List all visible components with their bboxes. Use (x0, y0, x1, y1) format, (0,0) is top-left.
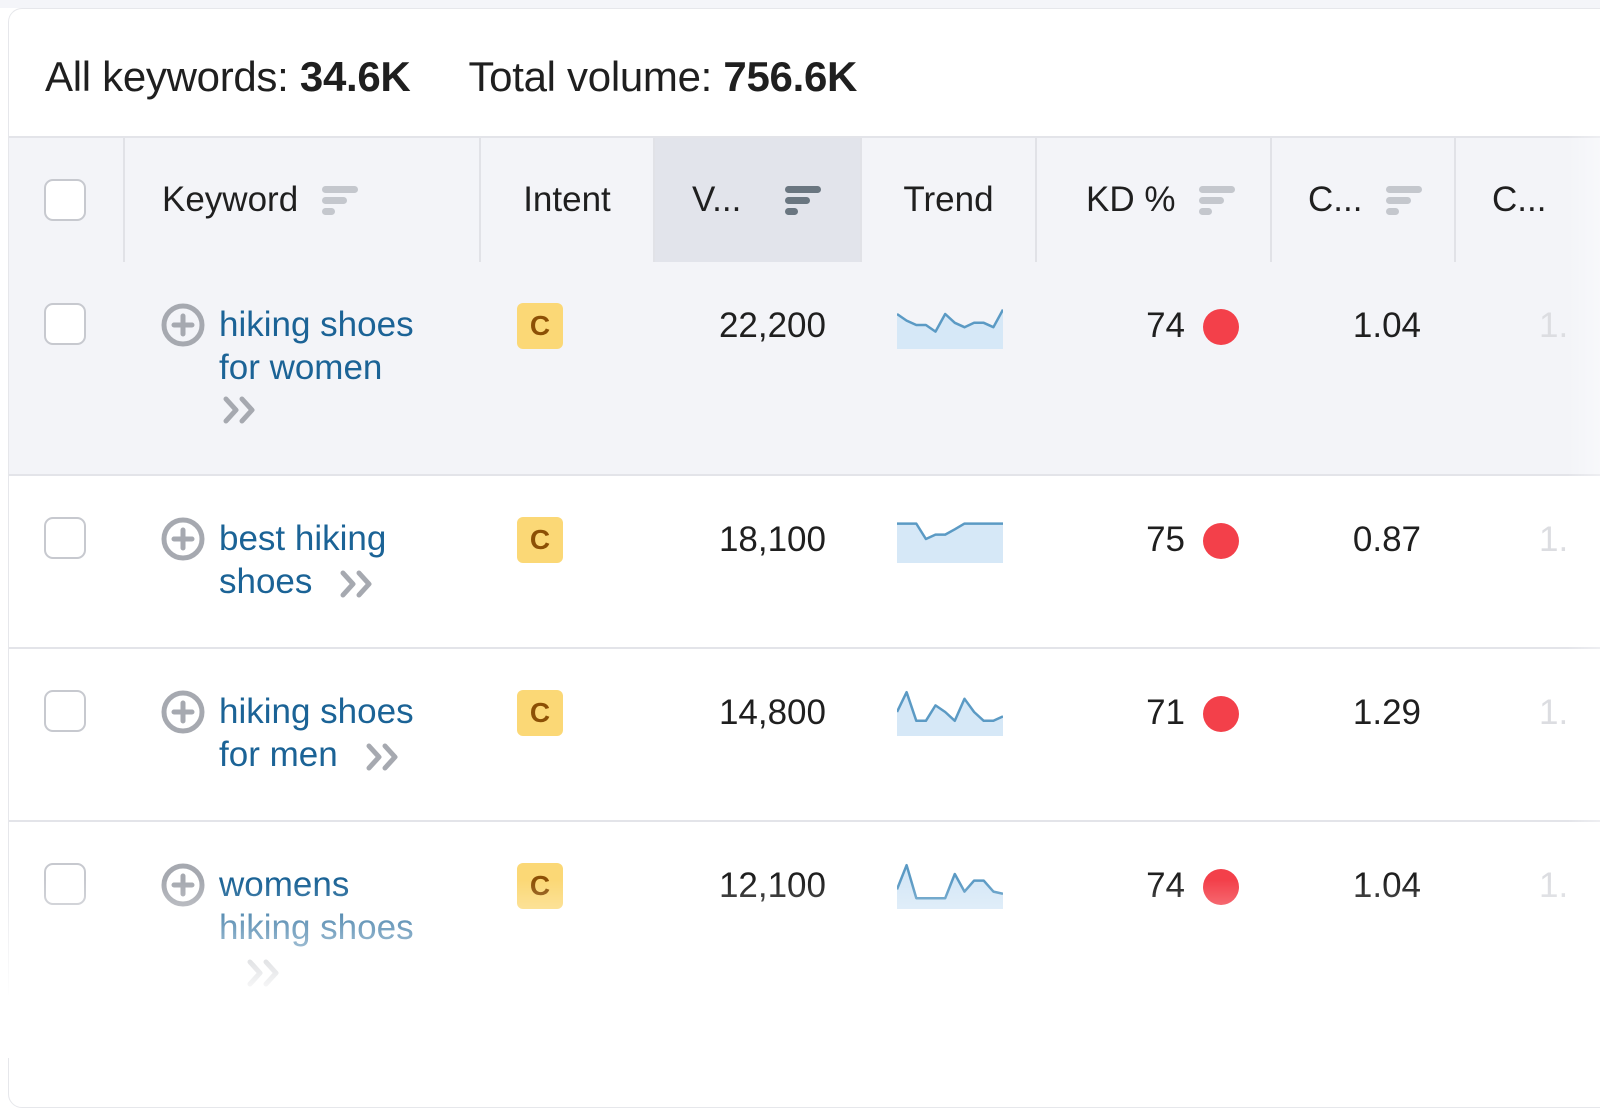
kd-difficulty-dot (1203, 869, 1239, 905)
sort-icon[interactable] (322, 184, 359, 216)
trend-area (897, 309, 1003, 349)
kd-value: 74 (1146, 866, 1185, 905)
header-intent-label: Intent (523, 180, 611, 219)
total-volume-value: 756.6K (723, 53, 858, 100)
header-cpc[interactable]: C... (1272, 138, 1456, 262)
keyword-cell: hiking shoes for women (161, 303, 439, 425)
summary-bar: All keywords: 34.6K Total volume: 756.6K (45, 53, 857, 101)
cpc-value: 1.04 (1352, 306, 1421, 345)
table-row[interactable]: hiking shoes for women C 22,200 74 1.04 1. (9, 262, 1600, 476)
kd-value: 75 (1146, 520, 1185, 559)
sort-icon[interactable] (1386, 184, 1423, 216)
chevrons-right-icon[interactable] (338, 569, 378, 599)
header-cpc-label: C... (1308, 180, 1363, 219)
trend-sparkline (897, 863, 1003, 909)
row-checkbox[interactable] (44, 690, 86, 732)
intent-badge[interactable]: C (517, 863, 563, 909)
keyword-cell: hiking shoes for men (161, 690, 439, 776)
header-intent[interactable]: Intent (481, 138, 655, 262)
header-kd[interactable]: KD % (1037, 138, 1272, 262)
header-keyword-label: Keyword (162, 180, 299, 219)
page-background (0, 0, 1600, 8)
table-row[interactable]: best hiking shoes C 18,100 75 0.87 1. (9, 476, 1600, 649)
add-to-list-icon[interactable] (161, 303, 205, 347)
header-keyword[interactable]: Keyword (125, 138, 481, 262)
row-checkbox[interactable] (44, 517, 86, 559)
keyword-cell: womens hiking shoes (161, 863, 439, 992)
header-kd-label: KD % (1086, 180, 1176, 219)
trend-sparkline (897, 309, 1003, 349)
kd-difficulty-dot (1203, 309, 1239, 345)
intent-badge[interactable]: C (517, 303, 563, 349)
add-to-list-icon[interactable] (161, 690, 205, 734)
keyword-cell: best hiking shoes (161, 517, 439, 603)
keyword-text: hiking shoes for women (219, 303, 439, 425)
cpc-value: 1.29 (1352, 693, 1421, 732)
keyword-link[interactable]: womens hiking shoes (219, 865, 414, 947)
cpc-value: 1.04 (1352, 866, 1421, 905)
add-to-list-icon[interactable] (161, 517, 205, 561)
table-header: Keyword Intent V... Trend KD % C... C... (9, 136, 1600, 264)
sort-icon[interactable] (1199, 184, 1236, 216)
competition-value: 1. (1539, 520, 1569, 559)
chevrons-right-icon[interactable] (221, 395, 261, 425)
competition-value: 1. (1539, 306, 1569, 345)
header-select-cell (9, 138, 125, 262)
kd-difficulty-dot (1203, 696, 1239, 732)
trend-area (897, 523, 1003, 563)
volume-value: 12,100 (718, 866, 826, 905)
cpc-value: 0.87 (1352, 520, 1421, 559)
volume-value: 14,800 (718, 693, 826, 732)
header-com[interactable]: C... (1456, 138, 1600, 262)
competition-value: 1. (1539, 693, 1569, 732)
header-volume-label: V... (692, 180, 742, 219)
add-to-list-icon[interactable] (161, 863, 205, 907)
volume-value: 18,100 (718, 520, 826, 559)
kd-difficulty-dot (1203, 523, 1239, 559)
volume-value: 22,200 (718, 306, 826, 345)
header-trend-label: Trend (903, 180, 994, 219)
chevrons-right-icon[interactable] (364, 742, 404, 772)
intent-badge[interactable]: C (517, 690, 563, 736)
total-volume-label: Total volume: (468, 53, 713, 100)
table-row[interactable]: hiking shoes for men C 14,800 71 1.29 1. (9, 649, 1600, 822)
keyword-link[interactable]: hiking shoes for women (219, 305, 414, 387)
all-keywords-value: 34.6K (299, 53, 411, 100)
trend-sparkline (897, 690, 1003, 736)
trend-sparkline (897, 522, 1003, 563)
competition-value: 1. (1539, 866, 1569, 905)
all-keywords-label: All keywords: (45, 53, 289, 100)
header-trend[interactable]: Trend (862, 138, 1037, 262)
keyword-text: hiking shoes for men (219, 690, 439, 776)
page-footer-space (0, 995, 1600, 1058)
row-checkbox[interactable] (44, 863, 86, 905)
select-all-checkbox[interactable] (44, 179, 86, 221)
header-volume[interactable]: V... (655, 138, 862, 262)
keyword-text: womens hiking shoes (219, 863, 439, 992)
intent-badge[interactable]: C (517, 517, 563, 563)
keyword-text: best hiking shoes (219, 517, 439, 603)
sort-active-icon[interactable] (785, 184, 822, 216)
chevrons-right-icon[interactable] (245, 958, 285, 988)
kd-value: 74 (1146, 306, 1185, 345)
kd-value: 71 (1146, 693, 1185, 732)
header-com-label: C... (1492, 180, 1547, 219)
row-checkbox[interactable] (44, 303, 86, 345)
keywords-table-card: All keywords: 34.6K Total volume: 756.6K… (8, 8, 1600, 1108)
